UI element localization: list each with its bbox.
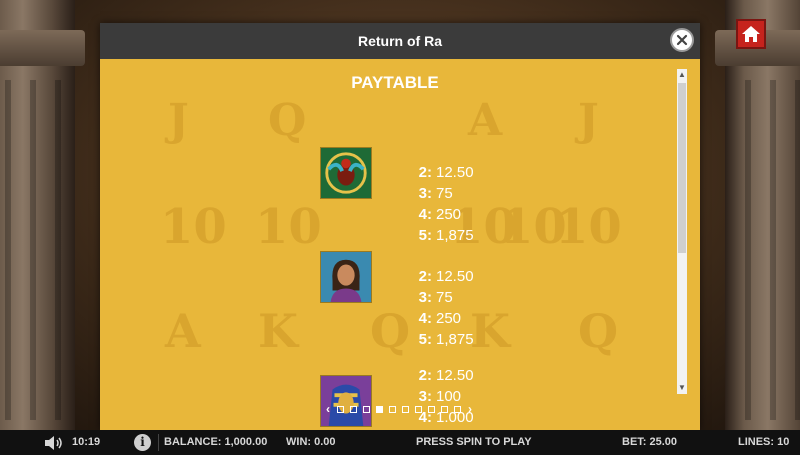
- paytable-modal: Return of Ra J Q A J 10 10 10 10 10 A K …: [100, 23, 700, 430]
- page-dot[interactable]: [454, 405, 461, 413]
- woman-portrait-icon: [320, 251, 372, 303]
- home-icon: [742, 26, 760, 42]
- pay-amount: 12.50: [436, 367, 474, 384]
- page-dot[interactable]: [402, 405, 409, 413]
- close-button[interactable]: [670, 28, 694, 52]
- paytable-entry: 2: 12.50 3: 75 4: 250 5: 1,875: [100, 251, 690, 350]
- pay-count: 2:: [418, 367, 432, 384]
- page-dot[interactable]: [350, 405, 357, 413]
- speaker-icon[interactable]: [44, 436, 64, 450]
- pay-values: 2: 12.50 3: 100 4: 1.000: [400, 365, 520, 428]
- scroll-thumb[interactable]: [678, 83, 686, 253]
- ghost-symbol: A: [468, 95, 503, 146]
- close-icon: [676, 34, 688, 46]
- paytable-scrollbar[interactable]: ▲ ▼: [677, 69, 687, 394]
- page-indicator: ‹ ›: [322, 402, 476, 416]
- lines-display: LINES: 10: [738, 436, 790, 448]
- pay-values: 2: 12.50 3: 75 4: 250 5: 1,875: [400, 266, 520, 350]
- clock: 10:19: [72, 436, 101, 448]
- page-dot[interactable]: [428, 405, 435, 413]
- pay-count: 3:: [418, 289, 432, 306]
- home-button[interactable]: [736, 19, 766, 49]
- paytable-entry: 2: 12.50 3: 75 4: 250 5: 1,875: [100, 147, 690, 246]
- paytable-entry: 2: 12.50 3: 100 4: 1.000: [100, 365, 690, 430]
- ghost-symbol: J: [168, 95, 189, 146]
- pay-amount: 250: [436, 310, 462, 327]
- ghost-symbol: J: [578, 95, 599, 146]
- page-dot[interactable]: [441, 405, 448, 413]
- pay-amount: 75: [436, 185, 453, 202]
- modal-header: Return of Ra: [100, 23, 700, 59]
- pay-amount: 12.50: [436, 268, 474, 285]
- scroll-down-icon[interactable]: ▼: [677, 382, 687, 394]
- modal-title: Return of Ra: [358, 33, 442, 49]
- pay-count: 5:: [418, 227, 432, 244]
- pay-values: 2: 12.50 3: 75 4: 250 5: 1,875: [400, 162, 520, 246]
- scroll-up-icon[interactable]: ▲: [677, 69, 687, 81]
- pay-count: 5:: [418, 331, 432, 348]
- modal-body: J Q A J 10 10 10 10 10 A K K Q Q PAYTABL…: [100, 59, 700, 430]
- page-dot[interactable]: [363, 405, 370, 413]
- pay-count: 4:: [418, 310, 432, 327]
- pay-count: 3:: [418, 185, 432, 202]
- right-pillar: [715, 0, 800, 430]
- page-dot[interactable]: [376, 405, 383, 413]
- pay-count: 4:: [418, 206, 432, 223]
- page-dot[interactable]: [389, 405, 396, 413]
- pay-amount: 75: [436, 289, 453, 306]
- page-dot[interactable]: [337, 405, 344, 413]
- pay-amount: 250: [436, 206, 462, 223]
- pay-count: 2:: [418, 164, 432, 181]
- ghost-symbol: Q: [268, 95, 307, 146]
- next-page-icon[interactable]: ›: [464, 402, 476, 416]
- pay-amount: 1,875: [436, 331, 474, 348]
- info-icon[interactable]: i: [134, 434, 151, 451]
- prev-page-icon[interactable]: ‹: [322, 402, 334, 416]
- pay-count: 2:: [418, 268, 432, 285]
- status-message: PRESS SPIN TO PLAY: [416, 436, 532, 448]
- scarab-icon: [320, 147, 372, 199]
- pay-amount: 12.50: [436, 164, 474, 181]
- status-bar: 10:19 i BALANCE: 1,000.00 WIN: 0.00 PRES…: [0, 430, 800, 455]
- pay-amount: 1,875: [436, 227, 474, 244]
- bet-display: BET: 25.00: [622, 436, 678, 448]
- paytable-heading: PAYTABLE: [351, 73, 439, 92]
- page-dot[interactable]: [415, 405, 422, 413]
- win-display: WIN: 0.00: [286, 436, 336, 448]
- balance-display: BALANCE: 1,000.00: [164, 436, 268, 448]
- left-pillar: [0, 0, 85, 430]
- pharaoh-mask-icon: [320, 375, 372, 427]
